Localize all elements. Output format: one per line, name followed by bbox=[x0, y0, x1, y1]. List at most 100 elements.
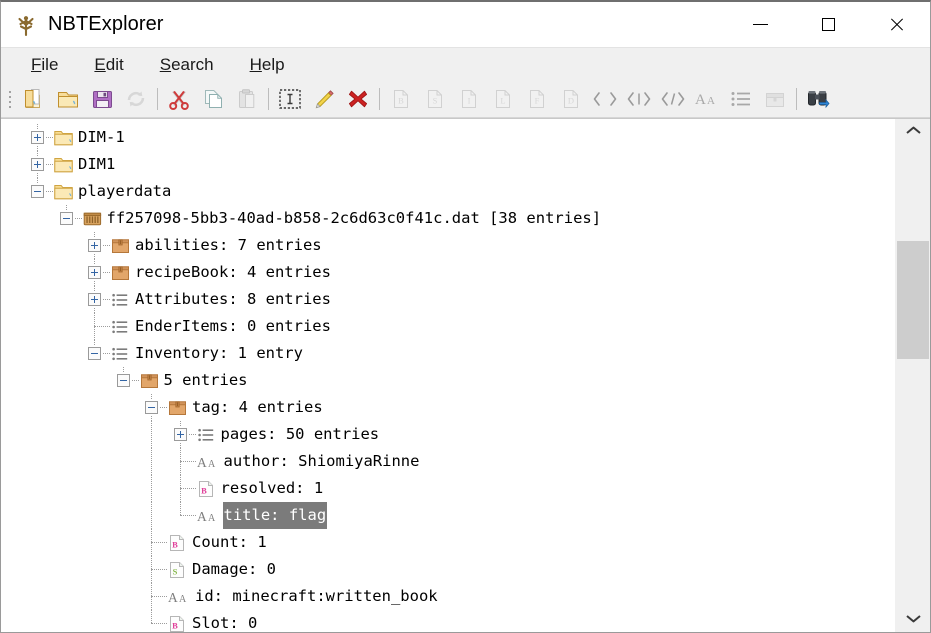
tree-row[interactable]: B resolved: 1 bbox=[1, 475, 894, 502]
byte-icon: B bbox=[168, 534, 186, 552]
close-button[interactable] bbox=[862, 2, 930, 47]
collapse-node-button[interactable] bbox=[88, 347, 101, 360]
edit-value-button[interactable] bbox=[307, 84, 341, 114]
tree-row[interactable]: abilities: 7 entries bbox=[1, 232, 894, 259]
scrollbar-track-upper[interactable] bbox=[895, 149, 930, 241]
minimize-button[interactable] bbox=[726, 2, 794, 47]
copy-icon bbox=[202, 88, 224, 110]
tree-row[interactable]: A A author: ShiomiyaRinne bbox=[1, 448, 894, 475]
tree-row[interactable]: Inventory: 1 entry bbox=[1, 340, 894, 367]
tree-row[interactable]: tag: 4 entries bbox=[1, 394, 894, 421]
chevron-up-icon bbox=[907, 130, 920, 138]
minimize-icon bbox=[752, 24, 768, 25]
tree-row[interactable]: playerdata bbox=[1, 178, 894, 205]
tree-row-label: pages: 50 entries bbox=[220, 425, 380, 443]
tree-row-label: DIM1 bbox=[78, 155, 116, 173]
string-icon: A A bbox=[168, 588, 187, 606]
collapse-node-button[interactable] bbox=[31, 185, 44, 198]
scroll-down-button[interactable] bbox=[895, 602, 930, 632]
expand-node-button[interactable] bbox=[173, 428, 187, 441]
add-byte-button: B bbox=[384, 84, 418, 114]
collapse-node-button[interactable] bbox=[59, 212, 73, 225]
tree-row[interactable]: DIM1 bbox=[1, 151, 894, 178]
tree-row-label: abilities: 7 entries bbox=[135, 236, 322, 254]
list-icon bbox=[197, 426, 215, 444]
tree-row[interactable]: 5 entries bbox=[1, 367, 894, 394]
collapse-node-button[interactable] bbox=[116, 374, 130, 387]
cut-button[interactable] bbox=[162, 84, 196, 114]
tree-row-label: 5 entries bbox=[163, 371, 248, 389]
menu-item-search[interactable]: Search bbox=[148, 52, 226, 78]
find-button[interactable] bbox=[801, 84, 835, 114]
vertical-scrollbar[interactable] bbox=[894, 119, 930, 632]
svg-text:I: I bbox=[468, 96, 471, 106]
tree-row[interactable]: S Damage: 0 bbox=[1, 556, 894, 583]
toolbar-separator bbox=[268, 88, 269, 110]
tree-row[interactable]: Attributes: 8 entries bbox=[1, 286, 894, 313]
title-bar: NBTExplorer bbox=[1, 2, 930, 47]
menu-accelerator: F bbox=[31, 54, 42, 74]
menu-item-file[interactable]: File bbox=[19, 52, 70, 78]
byte-icon: B bbox=[168, 615, 186, 632]
window-controls bbox=[726, 2, 930, 47]
tree-scroll-area[interactable]: DIM-1 DIM1 playerdata ff257098-5bb3-40ad… bbox=[1, 119, 894, 632]
tree-row[interactable]: pages: 50 entries bbox=[1, 421, 894, 448]
tree-row[interactable]: A A title: flag bbox=[1, 502, 894, 529]
int-array-icon bbox=[627, 89, 651, 109]
svg-text:A: A bbox=[179, 594, 187, 605]
open-folder-icon bbox=[56, 87, 80, 111]
list-icon bbox=[111, 345, 129, 363]
expand-node-button[interactable] bbox=[31, 131, 44, 144]
toolbar-separator bbox=[379, 88, 380, 110]
menu-accelerator: E bbox=[94, 54, 106, 74]
expand-node-button[interactable] bbox=[88, 239, 101, 252]
tree-row-label: ff257098-5bb3-40ad-b858-2c6d63c0f41c.dat… bbox=[106, 209, 602, 227]
byte-icon: B bbox=[197, 480, 215, 498]
application-window: NBTExplorer File Edit Search Help B S I … bbox=[0, 0, 931, 633]
add-longarray-button bbox=[656, 84, 690, 114]
toolbar-grip[interactable] bbox=[5, 87, 14, 111]
save-button[interactable] bbox=[85, 84, 119, 114]
tree-guide-line bbox=[151, 542, 167, 543]
compound-icon bbox=[111, 237, 129, 255]
expand-node-button[interactable] bbox=[88, 293, 101, 306]
scrollbar-thumb[interactable] bbox=[897, 241, 929, 359]
svg-text:A: A bbox=[197, 509, 207, 524]
toolbar-separator bbox=[796, 88, 797, 110]
maximize-button[interactable] bbox=[794, 2, 862, 47]
tree-guide-line bbox=[151, 569, 167, 570]
maximize-icon bbox=[821, 18, 835, 31]
nbt-tree[interactable]: DIM-1 DIM1 playerdata ff257098-5bb3-40ad… bbox=[1, 119, 894, 632]
tree-row[interactable]: B Slot: 0 bbox=[1, 610, 894, 632]
rename-button[interactable] bbox=[273, 84, 307, 114]
tree-row[interactable]: A A id: minecraft:written_book bbox=[1, 583, 894, 610]
open-folder-button[interactable] bbox=[51, 84, 85, 114]
tree-guide-line bbox=[179, 502, 181, 515]
menu-item-help[interactable]: Help bbox=[238, 52, 297, 78]
expand-node-button[interactable] bbox=[88, 266, 101, 279]
compound-icon bbox=[111, 264, 129, 282]
tree-row[interactable]: EnderItems: 0 entries bbox=[1, 313, 894, 340]
tree-row[interactable]: DIM-1 bbox=[1, 124, 894, 151]
copy-button[interactable] bbox=[196, 84, 230, 114]
tree-row[interactable]: B Count: 1 bbox=[1, 529, 894, 556]
tree-row[interactable]: recipeBook: 4 entries bbox=[1, 259, 894, 286]
expand-node-button[interactable] bbox=[31, 158, 44, 171]
delete-button[interactable] bbox=[341, 84, 375, 114]
scrollbar-track-lower[interactable] bbox=[895, 359, 930, 602]
collapse-node-button[interactable] bbox=[145, 401, 158, 414]
tag-string-aa-icon: A A bbox=[694, 89, 720, 109]
tree-row-label: DIM-1 bbox=[78, 128, 125, 146]
nbt-tree-icon bbox=[13, 12, 39, 38]
long-array-icon bbox=[661, 89, 685, 109]
menu-item-edit[interactable]: Edit bbox=[82, 52, 135, 78]
save-disk-icon bbox=[91, 88, 114, 111]
add-bytearray-button bbox=[588, 84, 622, 114]
tree-row[interactable]: ff257098-5bb3-40ad-b858-2c6d63c0f41c.dat… bbox=[1, 205, 894, 232]
tree-guide-line bbox=[151, 475, 152, 502]
new-file-button[interactable] bbox=[17, 84, 51, 114]
svg-text:S: S bbox=[173, 567, 178, 577]
scroll-up-button[interactable] bbox=[895, 119, 930, 149]
tree-row-label: Slot: 0 bbox=[192, 614, 258, 632]
short-icon: S bbox=[168, 561, 186, 579]
